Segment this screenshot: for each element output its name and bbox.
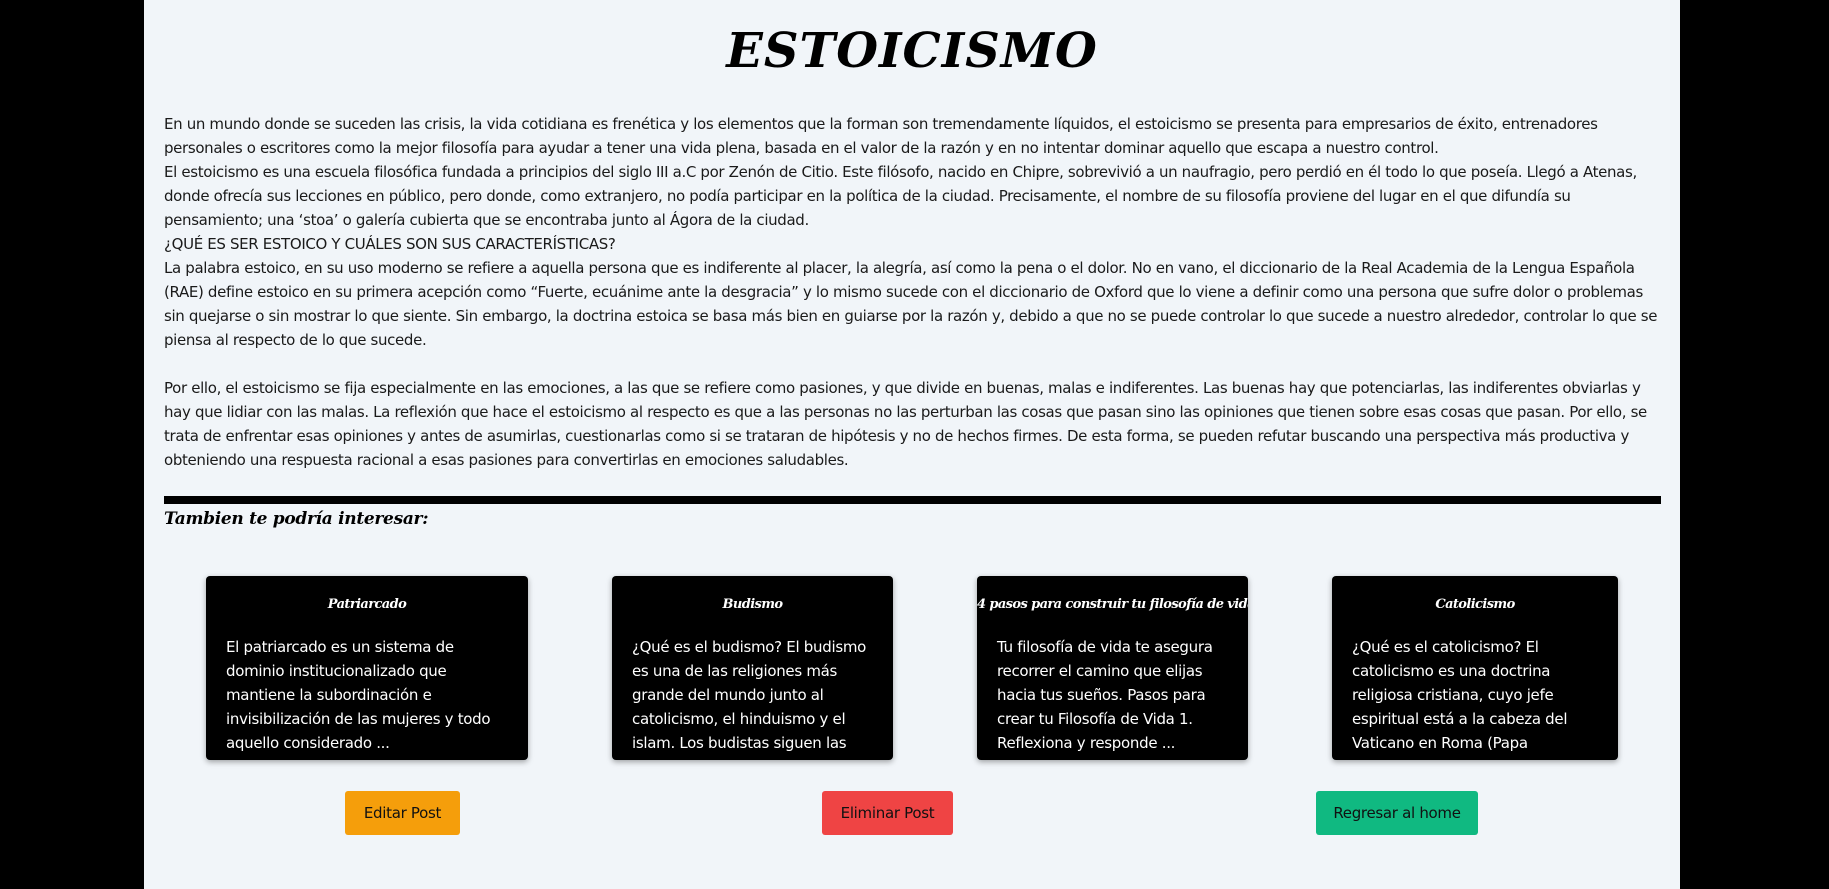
section-divider (164, 496, 1661, 504)
edit-post-button[interactable]: Editar Post (345, 791, 460, 835)
post-paragraph: La palabra estoico, en su uso moderno se… (164, 259, 1658, 349)
post-page: ESTOICISMO En un mundo donde se suceden … (144, 0, 1680, 889)
related-post-card[interactable]: Budismo ¿Qué es el budismo? El budismo e… (612, 576, 893, 760)
related-post-title[interactable]: Catolicismo (1332, 576, 1618, 615)
back-home-button[interactable]: Regresar al home (1316, 791, 1478, 835)
related-post-title[interactable]: 4 pasos para construir tu filosofía de v… (977, 576, 1248, 615)
related-post-card[interactable]: 4 pasos para construir tu filosofía de v… (977, 576, 1248, 760)
post-paragraph: En un mundo donde se suceden las crisis,… (164, 115, 1598, 157)
related-post-card[interactable]: Catolicismo ¿Qué es el catolicismo? El c… (1332, 576, 1618, 760)
related-post-card[interactable]: Patriarcado El patriarcado es un sistema… (206, 576, 528, 760)
post-subheading: ¿QUÉ ES SER ESTOICO Y CUÁLES SON SUS CAR… (164, 235, 616, 253)
related-post-excerpt: El patriarcado es un sistema de dominio … (226, 638, 491, 752)
related-post-excerpt: ¿Qué es el catolicismo? El catolicismo e… (1352, 638, 1568, 760)
related-post-excerpt: ¿Qué es el budismo? El budismo es una de… (632, 638, 867, 760)
post-paragraph: El estoicismo es una escuela filosófica … (164, 163, 1637, 229)
post-paragraph: Por ello, el estoicismo se fija especial… (164, 379, 1647, 469)
related-post-excerpt: Tu filosofía de vida te asegura recorrer… (997, 638, 1213, 752)
related-posts-heading: Tambien te podría interesar: (164, 509, 429, 529)
related-post-title[interactable]: Patriarcado (206, 576, 528, 615)
related-post-title[interactable]: Budismo (612, 576, 893, 615)
post-content: En un mundo donde se suceden las crisis,… (164, 112, 1664, 472)
post-title: ESTOICISMO (726, 23, 1098, 79)
delete-post-button[interactable]: Eliminar Post (822, 791, 953, 835)
